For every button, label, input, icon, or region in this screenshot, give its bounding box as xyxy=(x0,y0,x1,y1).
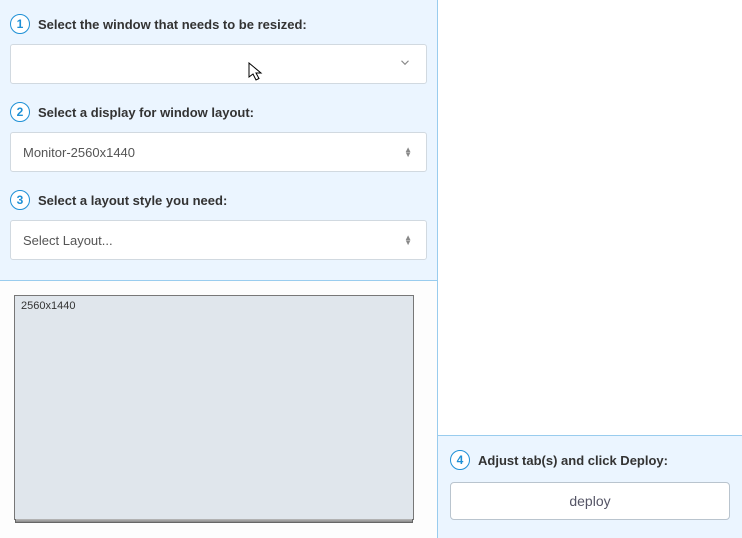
updown-icon: ▲▼ xyxy=(404,147,412,157)
right-spacer xyxy=(438,0,742,435)
layout-preview-panel: 2560x1440 xyxy=(0,281,437,538)
app-container: 1 Select the window that needs to be res… xyxy=(0,0,742,538)
deploy-button[interactable]: deploy xyxy=(450,482,730,520)
step-3-label: Select a layout style you need: xyxy=(38,193,227,208)
updown-icon: ▲▼ xyxy=(404,235,412,245)
layout-select-value: Select Layout... xyxy=(23,233,113,248)
window-select[interactable] xyxy=(10,44,427,84)
right-pane: 4 Adjust tab(s) and click Deploy: deploy xyxy=(438,0,742,538)
step-4-label: Adjust tab(s) and click Deploy: xyxy=(478,453,668,468)
step-4-badge: 4 xyxy=(450,450,470,470)
step-3-header: 3 Select a layout style you need: xyxy=(10,190,427,210)
monitor-resolution-label: 2560x1440 xyxy=(21,300,75,312)
step-1-header: 1 Select the window that needs to be res… xyxy=(10,14,427,34)
step-4-header: 4 Adjust tab(s) and click Deploy: xyxy=(450,450,730,470)
monitor-preview[interactable]: 2560x1440 xyxy=(14,295,414,520)
chevron-down-icon xyxy=(398,56,412,73)
step-1-label: Select the window that needs to be resiz… xyxy=(38,17,307,32)
deploy-panel: 4 Adjust tab(s) and click Deploy: deploy xyxy=(438,435,742,538)
display-select-value: Monitor-2560x1440 xyxy=(23,145,135,160)
step-3-badge: 3 xyxy=(10,190,30,210)
config-steps-panel: 1 Select the window that needs to be res… xyxy=(0,0,437,281)
step-2-badge: 2 xyxy=(10,102,30,122)
display-select[interactable]: Monitor-2560x1440 ▲▼ xyxy=(10,132,427,172)
step-2-header: 2 Select a display for window layout: xyxy=(10,102,427,122)
left-pane: 1 Select the window that needs to be res… xyxy=(0,0,438,538)
step-1-badge: 1 xyxy=(10,14,30,34)
step-2-label: Select a display for window layout: xyxy=(38,105,254,120)
layout-select[interactable]: Select Layout... ▲▼ xyxy=(10,220,427,260)
